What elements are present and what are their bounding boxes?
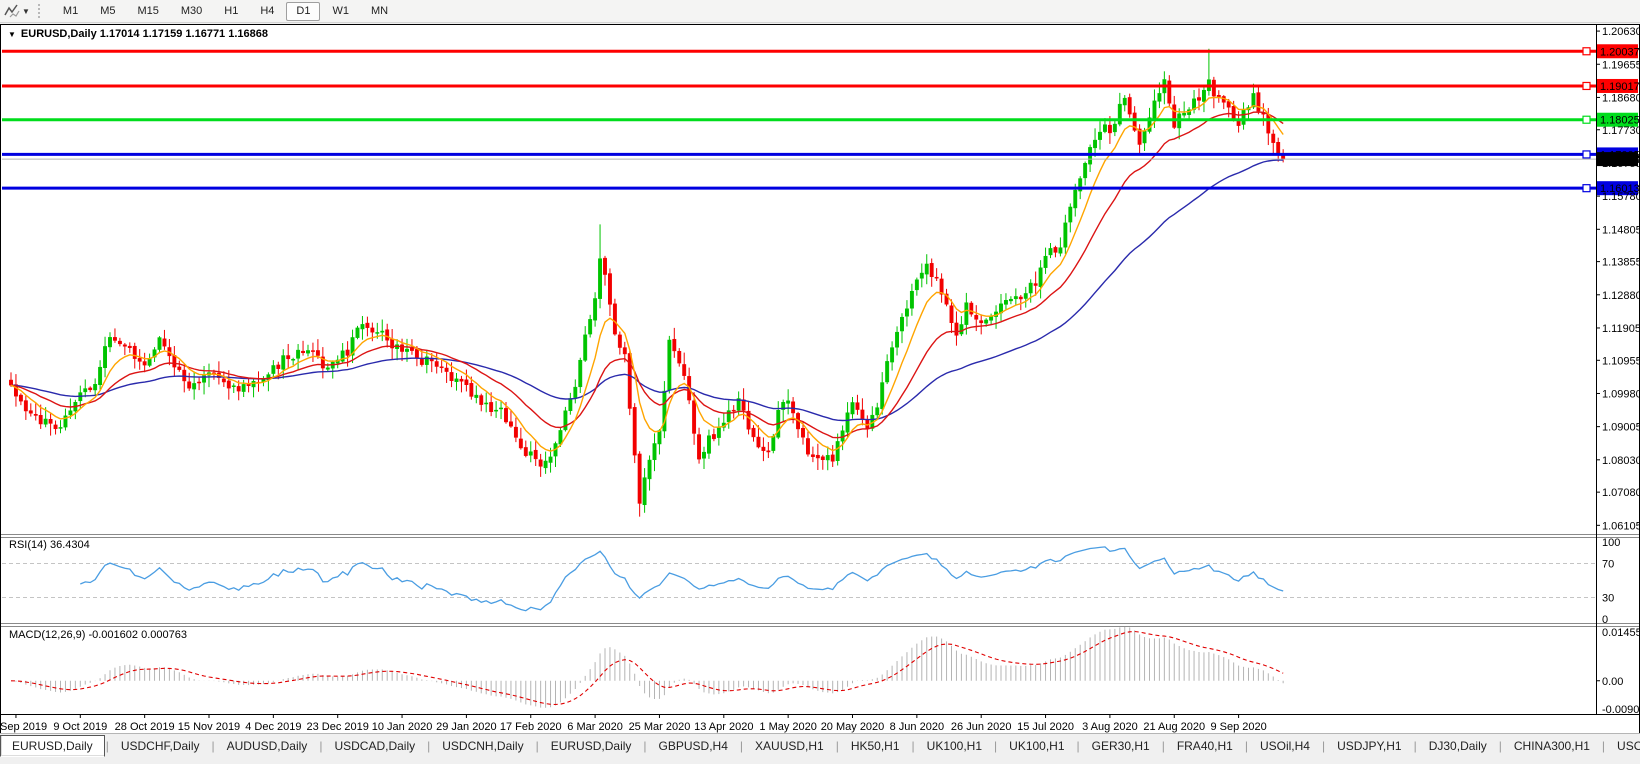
- svg-text:15 Jul 2020: 15 Jul 2020: [1017, 721, 1074, 733]
- chart-title-text: EURUSD,Daily 1.17014 1.17159 1.16771 1.1…: [20, 28, 268, 40]
- trading-terminal: ▼ M1 M5 M15 M30 H1 H4 D1 W1 MN 1.20037 1.19017 1.1…: [0, 0, 1640, 764]
- tab-DJ30-Daily[interactable]: DJ30,Daily: [1418, 736, 1498, 756]
- tab-HK50-H1[interactable]: HK50,H1: [840, 736, 911, 756]
- date-axis: 20 Sep 2019 9 Oct 2019 28 Oct 201915 Nov 2…: [1, 714, 1267, 733]
- svg-text:1.20037: 1.20037: [1600, 46, 1639, 58]
- tab-GER30-H1[interactable]: GER30,H1: [1081, 736, 1161, 756]
- svg-text:3 Aug 2020: 3 Aug 2020: [1082, 721, 1138, 733]
- tab-USOil-H1[interactable]: USOil,H1: [1606, 736, 1640, 756]
- tab-CHINA300-H1[interactable]: CHINA300,H1: [1503, 736, 1601, 756]
- ma-medium-line: [10, 111, 1284, 439]
- svg-text:17 Feb 2020: 17 Feb 2020: [500, 721, 562, 733]
- timeframe-button-M30[interactable]: M30: [171, 2, 212, 21]
- svg-text:1.16755: 1.16755: [1602, 158, 1639, 170]
- svg-text:1.17730: 1.17730: [1602, 125, 1639, 137]
- svg-text:23 Dec 2019: 23 Dec 2019: [307, 721, 369, 733]
- svg-text:30: 30: [1602, 593, 1614, 605]
- svg-text:25 Mar 2020: 25 Mar 2020: [629, 721, 691, 733]
- svg-text:0: 0: [1602, 614, 1608, 626]
- macd-label: MACD(12,26,9) -0.001602 0.000763: [9, 629, 187, 641]
- price-chart-canvas[interactable]: 1.200371.190171.180251.170051.160131.168…: [1, 25, 1639, 733]
- svg-text:1.19017: 1.19017: [1600, 81, 1639, 93]
- svg-text:1.10955: 1.10955: [1602, 355, 1639, 367]
- svg-text:4 Dec 2019: 4 Dec 2019: [245, 721, 301, 733]
- tab-XAUUSD-H1[interactable]: XAUUSD,H1: [744, 736, 835, 756]
- svg-text:10 Jan 2020: 10 Jan 2020: [372, 721, 433, 733]
- svg-text:26 Jun 2020: 26 Jun 2020: [951, 721, 1012, 733]
- moving-averages-layer: [10, 96, 1284, 452]
- chart-title: ▼ EURUSD,Daily 1.17014 1.17159 1.16771 1…: [8, 28, 268, 40]
- svg-text:1.13855: 1.13855: [1602, 257, 1639, 269]
- timeframe-button-H4[interactable]: H4: [250, 2, 284, 21]
- tab-USOil-H4[interactable]: USOil,H4: [1249, 736, 1321, 756]
- svg-text:15 Nov 2019: 15 Nov 2019: [178, 721, 240, 733]
- svg-text:21 Aug 2020: 21 Aug 2020: [1143, 721, 1205, 733]
- svg-text:13 Apr 2020: 13 Apr 2020: [694, 721, 753, 733]
- timeframe-buttons: M1 M5 M15 M30 H1 H4 D1 W1 MN: [52, 1, 399, 21]
- bottom-strip: [0, 757, 1640, 764]
- timeframe-button-M5[interactable]: M5: [90, 2, 125, 21]
- tab-FRA40-H1[interactable]: FRA40,H1: [1166, 736, 1244, 756]
- svg-text:29 Jan 2020: 29 Jan 2020: [436, 721, 497, 733]
- svg-text:100: 100: [1602, 537, 1620, 549]
- chart-tab-bar: EURUSD,Daily | USDCHF,Daily | AUDUSD,Daily | U…: [0, 733, 1640, 758]
- toolbar-grip[interactable]: [37, 4, 44, 18]
- tab-EURUSD-Daily[interactable]: EURUSD,Daily: [540, 736, 643, 756]
- timeframe-button-M15[interactable]: M15: [127, 2, 168, 21]
- svg-text:1.12880: 1.12880: [1602, 290, 1639, 302]
- chart-line-icon[interactable]: [3, 3, 21, 19]
- caret-down-icon[interactable]: ▼: [22, 7, 30, 16]
- timeframe-button-W1[interactable]: W1: [322, 2, 359, 21]
- svg-text:1.09980: 1.09980: [1602, 388, 1639, 400]
- timeframe-button-MN[interactable]: MN: [361, 2, 398, 21]
- svg-text:1 May 2020: 1 May 2020: [759, 721, 816, 733]
- price-axis-ticks: 1.20630 1.19655 1.18680 1.17730 1.16755 1.157…: [1596, 26, 1639, 532]
- tab-AUDUSD-Daily[interactable]: AUDUSD,Daily: [216, 736, 319, 756]
- svg-text:6 Mar 2020: 6 Mar 2020: [567, 721, 623, 733]
- tab-USDCAD-Daily[interactable]: USDCAD,Daily: [323, 736, 426, 756]
- svg-text:20 May 2020: 20 May 2020: [821, 721, 885, 733]
- rsi-label: RSI(14) 36.4304: [9, 539, 90, 551]
- macd-histogram: [15, 627, 1284, 708]
- svg-text:1.08030: 1.08030: [1602, 455, 1639, 467]
- svg-text:1.07080: 1.07080: [1602, 487, 1639, 499]
- svg-text:9 Sep 2020: 9 Sep 2020: [1210, 721, 1266, 733]
- chart-window: 1.200371.190171.180251.170051.160131.168…: [0, 24, 1640, 734]
- svg-text:1.19655: 1.19655: [1602, 59, 1639, 71]
- svg-text:28 Oct 2019: 28 Oct 2019: [115, 721, 175, 733]
- rsi-line: [80, 546, 1284, 612]
- svg-text:1.06105: 1.06105: [1602, 520, 1639, 532]
- svg-text:20 Sep 2019: 20 Sep 2019: [1, 721, 47, 733]
- symbol-dropdown-icon[interactable]: ▼: [8, 30, 16, 39]
- tab-GBPUSD-H4[interactable]: GBPUSD,H4: [648, 736, 739, 756]
- timeframe-button-M1[interactable]: M1: [53, 2, 88, 21]
- tab-EURUSD-Daily[interactable]: EURUSD,Daily: [0, 735, 105, 757]
- tab-UK100-H1[interactable]: UK100,H1: [998, 736, 1075, 756]
- svg-text:0.014556: 0.014556: [1602, 627, 1639, 639]
- svg-text:1.09005: 1.09005: [1602, 422, 1639, 434]
- toolbar: ▼ M1 M5 M15 M30 H1 H4 D1 W1 MN: [0, 0, 1640, 23]
- svg-text:0.00: 0.00: [1602, 676, 1623, 688]
- svg-text:1.20630: 1.20630: [1602, 26, 1639, 38]
- macd-signal-line: [10, 630, 1284, 706]
- svg-text:1.18680: 1.18680: [1602, 92, 1639, 104]
- ma-slow-line: [10, 159, 1284, 422]
- svg-text:70: 70: [1602, 559, 1614, 571]
- timeframe-button-D1[interactable]: D1: [286, 1, 321, 21]
- tab-USDJPY-H1[interactable]: USDJPY,H1: [1326, 736, 1412, 756]
- svg-text:1.14805: 1.14805: [1602, 224, 1639, 236]
- timeframe-button-H1[interactable]: H1: [214, 2, 248, 21]
- horizontal-lines-layer[interactable]: 1.200371.190171.180251.170051.160131.168…: [2, 44, 1639, 196]
- svg-text:1.15780: 1.15780: [1602, 191, 1639, 203]
- tab-UK100-H1[interactable]: UK100,H1: [916, 736, 993, 756]
- svg-text:9 Oct 2019: 9 Oct 2019: [53, 721, 107, 733]
- svg-text:8 Jun 2020: 8 Jun 2020: [890, 721, 944, 733]
- svg-text:1.11905: 1.11905: [1602, 323, 1639, 335]
- tab-USDCNH-Daily[interactable]: USDCNH,Daily: [431, 736, 534, 756]
- ma-fast-line: [10, 96, 1284, 452]
- tab-USDCHF-Daily[interactable]: USDCHF,Daily: [110, 736, 211, 756]
